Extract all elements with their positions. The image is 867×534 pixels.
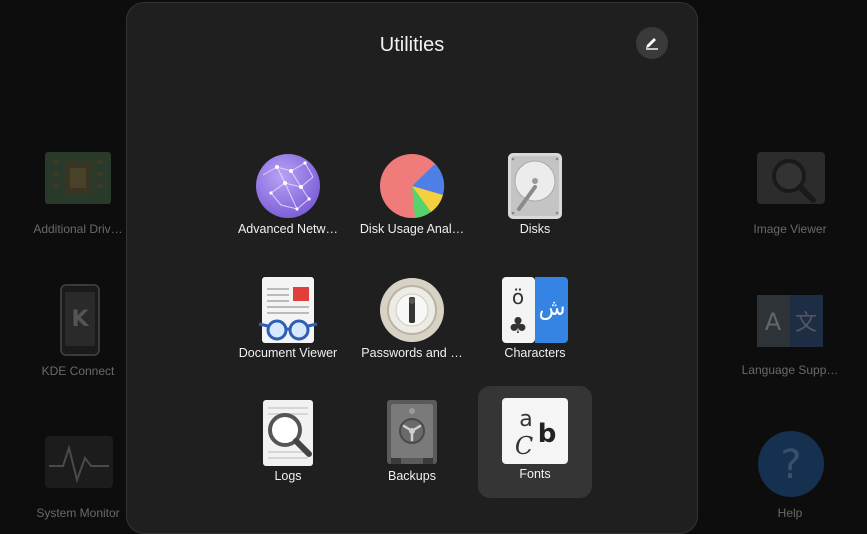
folder-title[interactable]: Utilities [127,34,697,57]
kde-k-glyph: K [71,307,89,332]
app-tile-label: Document Viewer [238,346,338,360]
safe-icon [387,400,437,464]
app-tile-label: Fonts [519,467,551,481]
pie-chart-icon [380,154,445,218]
bg-app-image-viewer[interactable]: Image Viewer [715,150,865,240]
rename-folder-button[interactable] [636,27,668,59]
app-tile-label: Disk Usage Anal… [359,222,465,236]
fonts-b-glyph: b [538,419,557,449]
network-globe-icon [256,154,320,218]
app-tile-logs[interactable]: Logs [231,388,345,500]
app-tile-passwords-and-keys[interactable]: Passwords and … [355,265,469,377]
app-tile-fonts[interactable]: a C b Fonts [478,386,592,498]
app-tile-advanced-network[interactable]: Advanced Netw… [231,141,345,253]
system-monitor-icon [45,436,113,488]
app-tile-backups[interactable]: Backups [355,388,469,500]
bg-app-help[interactable]: ? Help [715,428,865,520]
padlock-icon [380,278,444,342]
fonts-icon: a C b [502,398,568,464]
kde-phone-icon: K [60,284,100,356]
app-tile-label: Backups [388,469,436,483]
bg-app-label: Image Viewer [753,222,827,236]
app-folder-popup: Utilities Advanced Netw… Disk Usage Anal… [126,2,698,534]
bg-app-label: Help [777,506,803,520]
characters-latin-glyph: ö [512,285,524,309]
bg-app-language-support[interactable]: A 文 Language Supp… [715,293,865,383]
chip-icon [45,152,111,204]
app-tile-label: Disks [519,222,551,236]
app-tile-characters[interactable]: ö ♣ ش Characters [478,265,592,377]
image-viewer-icon [757,152,825,204]
characters-club-glyph: ♣ [508,314,528,339]
hard-drive-icon [508,153,562,219]
app-tile-label: Passwords and … [361,346,463,360]
app-tile-label: Characters [504,346,566,360]
app-tile-disks[interactable]: Disks [478,141,592,253]
characters-arabic-glyph: ش [539,296,566,321]
bg-app-label: Language Supp… [741,363,839,377]
document-viewer-icon [258,277,318,343]
help-icon: ? [758,431,824,497]
lang-latin-glyph: A [765,308,782,336]
pencil-icon [646,38,658,50]
app-tile-label: Logs [274,469,302,483]
characters-icon: ö ♣ ش [502,277,568,343]
app-tile-document-viewer[interactable]: Document Viewer [231,265,345,377]
app-tile-label: Advanced Netw… [237,222,339,236]
help-glyph: ? [780,442,801,488]
fonts-c-glyph: C [515,432,533,460]
language-icon: A 文 [757,295,823,347]
lang-cjk-glyph: 文 [795,311,817,336]
app-tile-disk-usage-analyzer[interactable]: Disk Usage Anal… [355,141,469,253]
magnifier-icon [263,400,313,466]
fonts-a-glyph: a [519,407,532,432]
